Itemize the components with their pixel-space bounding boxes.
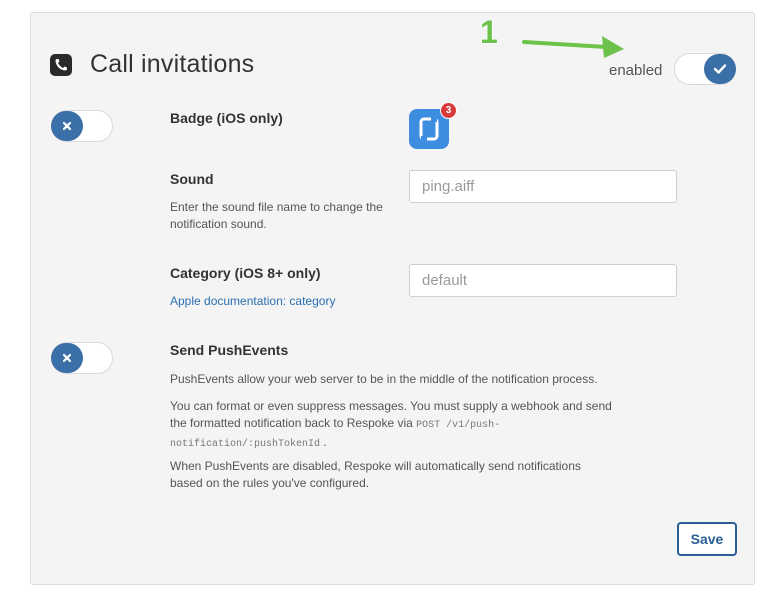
annotation-number: 1 — [480, 14, 498, 50]
enabled-label: enabled — [609, 62, 663, 79]
push-events-toggle[interactable] — [51, 342, 113, 374]
push-events-disabled-desc: When PushEvents are disabled, Respoke wi… — [170, 459, 581, 490]
badge-label: Badge (iOS only) — [170, 110, 283, 126]
push-events-webhook-desc: You can format or even suppress messages… — [170, 398, 615, 453]
sound-help: Enter the sound file name to change the … — [170, 200, 383, 231]
webhook-text-end: . — [323, 435, 327, 449]
sound-input[interactable] — [409, 170, 677, 203]
enabled-toggle[interactable] — [674, 53, 736, 85]
push-events-label: Send PushEvents — [170, 342, 289, 358]
close-icon — [51, 343, 83, 373]
push-events-desc: PushEvents allow your web server to be i… — [170, 372, 598, 386]
annotation-arrow-icon — [522, 36, 624, 58]
phone-icon — [50, 54, 72, 76]
save-button[interactable]: Save — [677, 522, 737, 556]
webhook-text: You can format or even suppress messages… — [170, 399, 612, 430]
apple-documentation-link[interactable]: Apple documentation: category — [170, 294, 335, 308]
close-icon — [51, 111, 83, 141]
check-icon — [704, 54, 736, 84]
badge-count: 3 — [440, 102, 457, 119]
category-input[interactable] — [409, 264, 677, 297]
call-invitations-panel — [30, 12, 755, 585]
page-title: Call invitations — [90, 50, 255, 78]
sound-label: Sound — [170, 171, 214, 187]
category-label: Category (iOS 8+ only) — [170, 265, 321, 281]
badge-toggle[interactable] — [51, 110, 113, 142]
